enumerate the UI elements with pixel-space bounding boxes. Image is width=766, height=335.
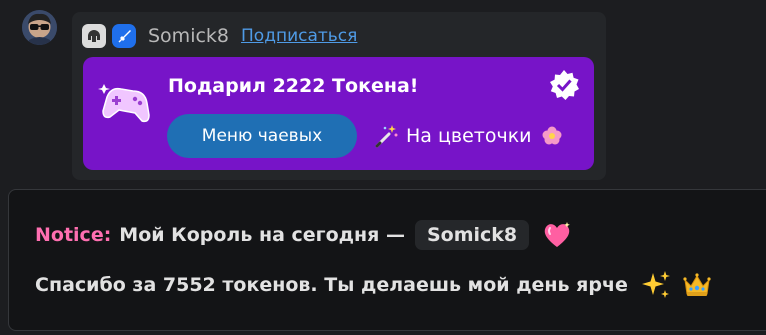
notice-line-king: Notice: Мой Король на сегодня — Somick8: [35, 217, 573, 253]
flower-icon: [542, 126, 562, 145]
sword-badge-icon: [112, 24, 136, 48]
mod-badge-icon: [82, 24, 106, 48]
king-username-chip[interactable]: Somick8: [414, 220, 530, 250]
notice-message: Notice: Мой Король на сегодня — Somick8 …: [8, 189, 766, 331]
verified-badge-icon: [550, 70, 579, 100]
notice-thanks-text: Спасибо за 7552 токенов. Ты делаешь мой …: [35, 274, 628, 296]
avatar-image: [22, 10, 57, 45]
notice-label: Notice:: [35, 224, 112, 246]
crown-icon: [683, 273, 711, 296]
chat-message-bubble: Somick8 Подписаться Подарил 2222 Токена!…: [72, 12, 606, 180]
notice-line-thanks: Спасибо за 7552 токенов. Ты делаешь мой …: [35, 267, 712, 303]
username[interactable]: Somick8: [148, 25, 229, 47]
notice-king-text: Мой Король на сегодня —: [119, 224, 405, 246]
sparkles-icon: [641, 271, 670, 298]
sparkling-heart-icon: [544, 222, 570, 247]
tip-card: Подарил 2222 Токена! Меню чаевых На цвет…: [83, 57, 594, 170]
tip-title: Подарил 2222 Токена!: [168, 75, 419, 97]
tip-note: На цветочки: [374, 123, 564, 149]
magic-wand-icon: [375, 125, 398, 148]
tip-note-text: На цветочки: [406, 125, 532, 147]
tip-menu-button[interactable]: Меню чаевых: [167, 114, 357, 158]
subscribe-link[interactable]: Подписаться: [241, 26, 357, 46]
gamepad-icon: [98, 84, 150, 123]
message-header: Somick8 Подписаться: [82, 22, 357, 50]
avatar[interactable]: [22, 10, 57, 45]
